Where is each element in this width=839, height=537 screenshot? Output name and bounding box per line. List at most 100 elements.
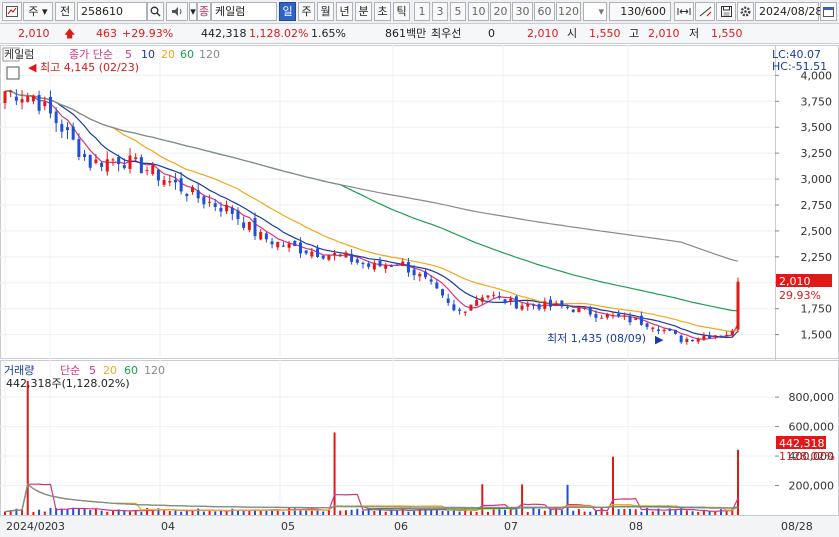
interval-20-button[interactable]: 20 bbox=[490, 2, 511, 21]
candle-body bbox=[168, 181, 172, 183]
candle-body bbox=[298, 242, 302, 254]
period-minute-button[interactable]: 분 bbox=[355, 2, 372, 21]
interval-1-button[interactable]: 1 bbox=[414, 2, 430, 21]
calendar-icon[interactable] bbox=[820, 2, 837, 21]
volume-tick-label: 800,000 bbox=[789, 391, 835, 404]
interval-10-button[interactable]: 10 bbox=[468, 2, 489, 21]
chart-menu-icon[interactable] bbox=[2, 2, 22, 21]
candle-body bbox=[458, 309, 462, 311]
candle-body bbox=[236, 210, 240, 220]
candle-body bbox=[162, 179, 166, 185]
candle-body bbox=[9, 90, 13, 93]
prev-button[interactable]: 전 bbox=[55, 2, 75, 21]
bar-count-field[interactable]: 130/600 bbox=[609, 2, 671, 21]
price-change: 463 bbox=[96, 27, 117, 40]
custom-interval-dropdown-icon[interactable]: ▾ bbox=[598, 3, 604, 20]
period-week-button[interactable]: 주 bbox=[298, 2, 315, 21]
interval-30-button[interactable]: 30 bbox=[512, 2, 533, 21]
candle-body bbox=[196, 190, 200, 199]
line-tool-icon[interactable] bbox=[695, 2, 715, 21]
x-axis-bar bbox=[0, 516, 839, 537]
candle-body bbox=[48, 97, 52, 114]
candle-body bbox=[475, 300, 479, 306]
speaker-icon[interactable] bbox=[166, 2, 188, 21]
volume-bar bbox=[640, 511, 643, 515]
candle-body bbox=[719, 335, 723, 337]
period-month-button[interactable]: 월 bbox=[317, 2, 334, 21]
date-input[interactable]: 2024/08/28 bbox=[755, 2, 822, 21]
candle-body bbox=[122, 165, 126, 169]
price-tick-label: 3,000 bbox=[801, 173, 833, 186]
candle-body bbox=[548, 299, 552, 307]
candle-body bbox=[14, 96, 18, 101]
candle-body bbox=[594, 313, 598, 318]
candle-body bbox=[514, 296, 518, 309]
gear-icon[interactable] bbox=[737, 2, 754, 21]
price-tick-label: 2,500 bbox=[801, 225, 833, 238]
volume-bar bbox=[469, 511, 472, 515]
volume-bar bbox=[174, 510, 177, 515]
candle-body bbox=[384, 265, 388, 269]
volume-bar bbox=[191, 510, 194, 515]
volume-bar bbox=[38, 509, 41, 515]
candle-body bbox=[611, 315, 615, 317]
save-icon[interactable] bbox=[716, 2, 736, 21]
up-arrow-icon: 🡅 bbox=[64, 27, 76, 40]
period-second-button[interactable]: 초 bbox=[374, 2, 391, 21]
candle-body bbox=[469, 304, 473, 311]
volume-bar bbox=[168, 511, 171, 515]
interval-60-button[interactable]: 60 bbox=[534, 2, 555, 21]
volume-bar bbox=[106, 511, 109, 515]
price-tick-label: 3,750 bbox=[801, 95, 833, 108]
zoom-icon[interactable] bbox=[674, 2, 694, 21]
price-tick-label: 3,500 bbox=[801, 121, 833, 134]
candle-body bbox=[247, 221, 251, 230]
candle-body bbox=[520, 305, 524, 310]
candle-body bbox=[617, 313, 621, 317]
interval-120-button[interactable]: 120 bbox=[556, 2, 581, 21]
candle-body bbox=[327, 255, 331, 260]
period-day-button[interactable]: 일 bbox=[279, 2, 296, 21]
volume-bar bbox=[49, 508, 52, 515]
candle-body bbox=[88, 154, 92, 168]
candle-body bbox=[173, 179, 177, 183]
candle-body bbox=[316, 248, 320, 257]
candle-body bbox=[350, 253, 354, 262]
volume-bar bbox=[566, 484, 569, 515]
search-icon[interactable] bbox=[147, 2, 164, 21]
candle-body bbox=[452, 304, 456, 311]
speaker-dropdown-icon[interactable]: ▾ bbox=[189, 2, 197, 21]
period-tick-button[interactable]: 틱 bbox=[393, 2, 410, 21]
custom-interval-input[interactable]: ▾ bbox=[583, 2, 607, 21]
price-change-pct: +29.93% bbox=[122, 27, 174, 40]
interval-3-button[interactable]: 3 bbox=[432, 2, 448, 21]
market-select[interactable]: 주 ▾ bbox=[23, 2, 53, 21]
candle-body bbox=[531, 304, 535, 306]
candle-body bbox=[310, 251, 314, 257]
turnover-pct: 1.65% bbox=[311, 27, 346, 40]
candle-body bbox=[333, 253, 337, 256]
candle-body bbox=[117, 157, 121, 165]
interval-5-button[interactable]: 5 bbox=[450, 2, 466, 21]
vol-ma20-legend: 20 bbox=[103, 364, 117, 377]
candle-body bbox=[83, 154, 87, 158]
stock-chart[interactable]: 4,0003,7503,5003,2503,0002,7502,5002,250… bbox=[0, 45, 839, 537]
volume-bar bbox=[651, 511, 654, 515]
period-year-button[interactable]: 년 bbox=[336, 2, 353, 21]
volume-bar bbox=[83, 508, 86, 515]
stock-code-input[interactable]: 258610 bbox=[77, 2, 147, 21]
candle-body bbox=[730, 330, 734, 335]
stock-name-field[interactable]: 케일럼 bbox=[211, 2, 277, 21]
grid-toggle-icon[interactable] bbox=[6, 66, 20, 80]
toolbar: 주 ▾ 전 258610 ▾ 종 케일럼 일 주 월 년 분 초 틱 1 3 5… bbox=[0, 0, 839, 24]
candle-body bbox=[543, 301, 547, 309]
candle-body bbox=[253, 218, 257, 237]
candle-body bbox=[321, 255, 325, 259]
vol-ma120-legend: 120 bbox=[144, 364, 165, 377]
volume-bar bbox=[623, 508, 626, 515]
volume-bar bbox=[538, 508, 541, 515]
candle-body bbox=[702, 335, 706, 340]
candle-body bbox=[634, 318, 638, 320]
volume-bar bbox=[140, 511, 143, 515]
volume-bar bbox=[202, 511, 205, 515]
